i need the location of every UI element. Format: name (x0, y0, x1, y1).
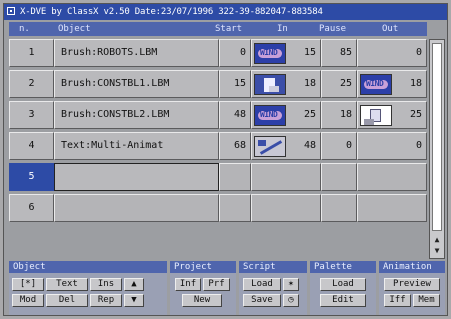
in-cell[interactable]: 48 (251, 132, 321, 160)
new-project-button[interactable]: New (182, 294, 222, 307)
out-value: 0 (415, 140, 422, 151)
object-name[interactable]: Text:Multi-Animat (54, 132, 219, 160)
x-dve-window: X-DVE by ClassX v2.50 Date:23/07/1996 32… (3, 3, 448, 316)
in-value: 15 (303, 47, 316, 58)
diagonal-wipe-icon[interactable] (254, 136, 286, 157)
close-gadget-icon[interactable] (7, 7, 15, 15)
column-header-start: Start (215, 24, 243, 34)
wind-icon[interactable] (254, 43, 286, 64)
page-turn-icon[interactable] (254, 74, 286, 95)
column-header-bar: n. Object Start In Pause Out (9, 22, 427, 36)
object-name[interactable] (54, 163, 219, 191)
row-number[interactable]: 4 (9, 132, 54, 160)
info-button[interactable]: Inf (175, 278, 201, 291)
script-save-button[interactable]: Save (243, 294, 281, 307)
out-value: 0 (415, 47, 422, 58)
out-cell[interactable]: 18 (357, 70, 427, 98)
animation-panel: Animation Preview Iff Mem (379, 261, 445, 315)
insert-button[interactable]: Ins (90, 278, 122, 291)
out-cell[interactable]: 25 (357, 101, 427, 129)
in-cell[interactable] (251, 163, 321, 191)
pause-value[interactable]: 25 (321, 70, 357, 98)
text-button[interactable]: Text (46, 278, 88, 291)
pause-value[interactable]: 0 (321, 132, 357, 160)
replace-button[interactable]: Rep (90, 294, 122, 307)
out-cell[interactable] (357, 163, 427, 191)
row-number[interactable]: 1 (9, 39, 54, 67)
in-value: 48 (303, 140, 316, 151)
palette-load-button[interactable]: Load (320, 278, 366, 291)
move-up-arrow-icon[interactable]: ▲ (124, 278, 144, 291)
script-panel-title: Script (239, 261, 307, 273)
preferences-button[interactable]: Prf (203, 278, 230, 291)
script-panel: Script Load ✶ Save ◷ (239, 261, 307, 315)
object-name[interactable] (54, 194, 219, 222)
start-value[interactable]: 0 (219, 39, 251, 67)
wind-icon[interactable] (254, 105, 286, 126)
modify-button[interactable]: Mod (12, 294, 44, 307)
start-value[interactable]: 15 (219, 70, 251, 98)
move-down-arrow-icon[interactable]: ▼ (124, 294, 144, 307)
pause-value[interactable]: 18 (321, 101, 357, 129)
iff-button[interactable]: Iff (384, 294, 411, 307)
palette-edit-button[interactable]: Edit (320, 294, 366, 307)
pause-value[interactable] (321, 163, 357, 191)
preview-button[interactable]: Preview (384, 278, 440, 291)
in-cell[interactable]: 18 (251, 70, 321, 98)
column-header-n: n. (19, 24, 30, 34)
title-bar[interactable]: X-DVE by ClassX v2.50 Date:23/07/1996 32… (4, 4, 447, 20)
row-number[interactable]: 2 (9, 70, 54, 98)
row-number[interactable]: 6 (9, 194, 54, 222)
scroll-down-arrow-icon[interactable]: ▼ (431, 245, 443, 257)
object-name[interactable]: Brush:CONSTBL2.LBM (54, 101, 219, 129)
palette-panel-title: Palette (310, 261, 376, 273)
start-value[interactable]: 48 (219, 101, 251, 129)
column-header-out: Out (382, 24, 399, 34)
start-value[interactable] (219, 194, 251, 222)
in-cell[interactable]: 25 (251, 101, 321, 129)
column-header-in: In (277, 24, 288, 34)
pause-value[interactable]: 85 (321, 39, 357, 67)
out-value: 18 (409, 78, 422, 89)
object-panel-title: Object (9, 261, 167, 273)
palette-panel: Palette Load Edit (310, 261, 376, 315)
row-number[interactable]: 5 (9, 163, 54, 191)
column-header-object: Object (58, 24, 91, 34)
clipboard-button[interactable]: [*] (12, 278, 44, 291)
in-cell[interactable]: 15 (251, 39, 321, 67)
object-name[interactable]: Brush:ROBOTS.LBM (54, 39, 219, 67)
project-panel-title: Project (170, 261, 236, 273)
sun-icon[interactable]: ✶ (283, 278, 299, 291)
out-cell[interactable]: 0 (357, 39, 427, 67)
clock-icon[interactable]: ◷ (283, 294, 299, 307)
pause-value[interactable] (321, 194, 357, 222)
start-value[interactable] (219, 163, 251, 191)
delete-button[interactable]: Del (46, 294, 88, 307)
in-value: 18 (303, 78, 316, 89)
object-name[interactable]: Brush:CONSTBL1.LBM (54, 70, 219, 98)
row-number[interactable]: 3 (9, 101, 54, 129)
animation-panel-title: Animation (379, 261, 445, 273)
start-value[interactable]: 68 (219, 132, 251, 160)
out-cell[interactable]: 0 (357, 132, 427, 160)
page-turn-icon[interactable] (360, 105, 392, 126)
in-cell[interactable] (251, 194, 321, 222)
out-cell[interactable] (357, 194, 427, 222)
in-value: 25 (303, 109, 316, 120)
wind-icon[interactable] (360, 74, 392, 95)
vertical-scrollbar[interactable]: ▲ ▼ (429, 39, 445, 259)
script-load-button[interactable]: Load (243, 278, 281, 291)
memory-button[interactable]: Mem (413, 294, 440, 307)
project-panel: Project Inf Prf New (170, 261, 236, 315)
window-title: X-DVE by ClassX v2.50 Date:23/07/1996 32… (20, 7, 323, 17)
column-header-pause: Pause (319, 24, 347, 34)
out-value: 25 (409, 109, 422, 120)
scrollbar-thumb[interactable] (432, 43, 442, 231)
object-panel: Object [*] Text Ins ▲ Mod Del Rep ▼ (9, 261, 167, 315)
